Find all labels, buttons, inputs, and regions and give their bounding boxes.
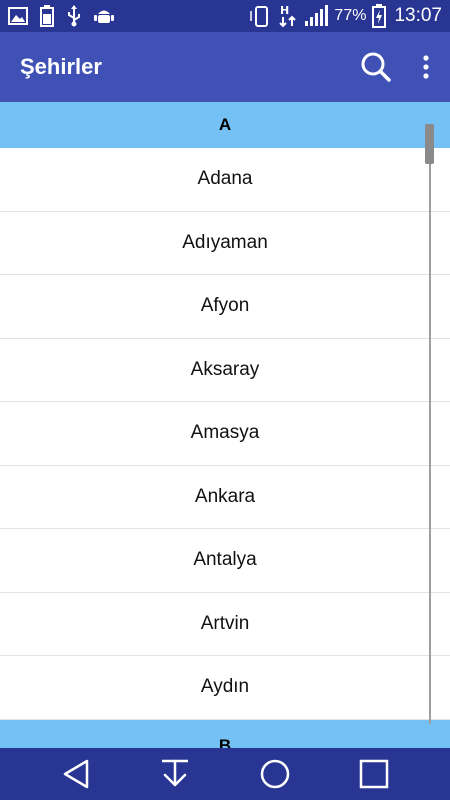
- phone-rotate-icon: [250, 5, 272, 27]
- app-bar-actions: [352, 32, 450, 102]
- clock: 13:07: [394, 5, 442, 26]
- battery-percent: 77%: [334, 7, 367, 24]
- status-icons-right: H 77% 13:07: [250, 4, 442, 28]
- app-bar: Şehirler: [0, 32, 450, 102]
- download-icon: [162, 759, 189, 787]
- list-item[interactable]: Artvin: [0, 592, 450, 656]
- list-item[interactable]: Amasya: [0, 402, 450, 466]
- battery-saver-icon: [40, 5, 54, 27]
- gallery-icon: [8, 7, 28, 25]
- recents-icon: [360, 759, 389, 789]
- list-item[interactable]: Aksaray: [0, 338, 450, 402]
- status-icons-left: [8, 5, 114, 27]
- section-header-b: B: [0, 719, 450, 748]
- more-options-button[interactable]: [408, 43, 444, 91]
- more-vert-icon: [423, 55, 429, 79]
- list-item[interactable]: Afyon: [0, 275, 450, 339]
- search-button[interactable]: [352, 43, 400, 91]
- list-item[interactable]: Adıyaman: [0, 211, 450, 275]
- notification-pull-button[interactable]: [150, 749, 200, 799]
- list-item[interactable]: Antalya: [0, 529, 450, 593]
- list-item[interactable]: Aydın: [0, 656, 450, 720]
- svg-text:H: H: [280, 4, 289, 17]
- list-item[interactable]: Ankara: [0, 465, 450, 529]
- section-header-a: A: [0, 102, 450, 148]
- recents-button[interactable]: [349, 749, 399, 799]
- scrollbar-track[interactable]: [429, 124, 431, 724]
- hplus-data-icon: H: [278, 4, 298, 28]
- city-list[interactable]: A Adana Adıyaman Afyon Aksaray Amasya An…: [0, 102, 450, 748]
- home-button[interactable]: [250, 749, 300, 799]
- status-bar: H 77% 13:07: [0, 0, 450, 32]
- list-item[interactable]: Adana: [0, 148, 450, 212]
- search-icon: [361, 52, 391, 82]
- battery-charging-icon: [372, 4, 387, 28]
- navigation-bar: [0, 748, 450, 800]
- back-button[interactable]: [51, 749, 101, 799]
- page-title: Şehirler: [20, 54, 102, 79]
- back-icon: [63, 759, 88, 789]
- scrollbar-thumb[interactable]: [425, 124, 434, 164]
- android-debug-icon: [94, 6, 114, 26]
- home-icon: [260, 759, 289, 789]
- signal-icon: [304, 5, 329, 27]
- usb-icon: [66, 5, 82, 27]
